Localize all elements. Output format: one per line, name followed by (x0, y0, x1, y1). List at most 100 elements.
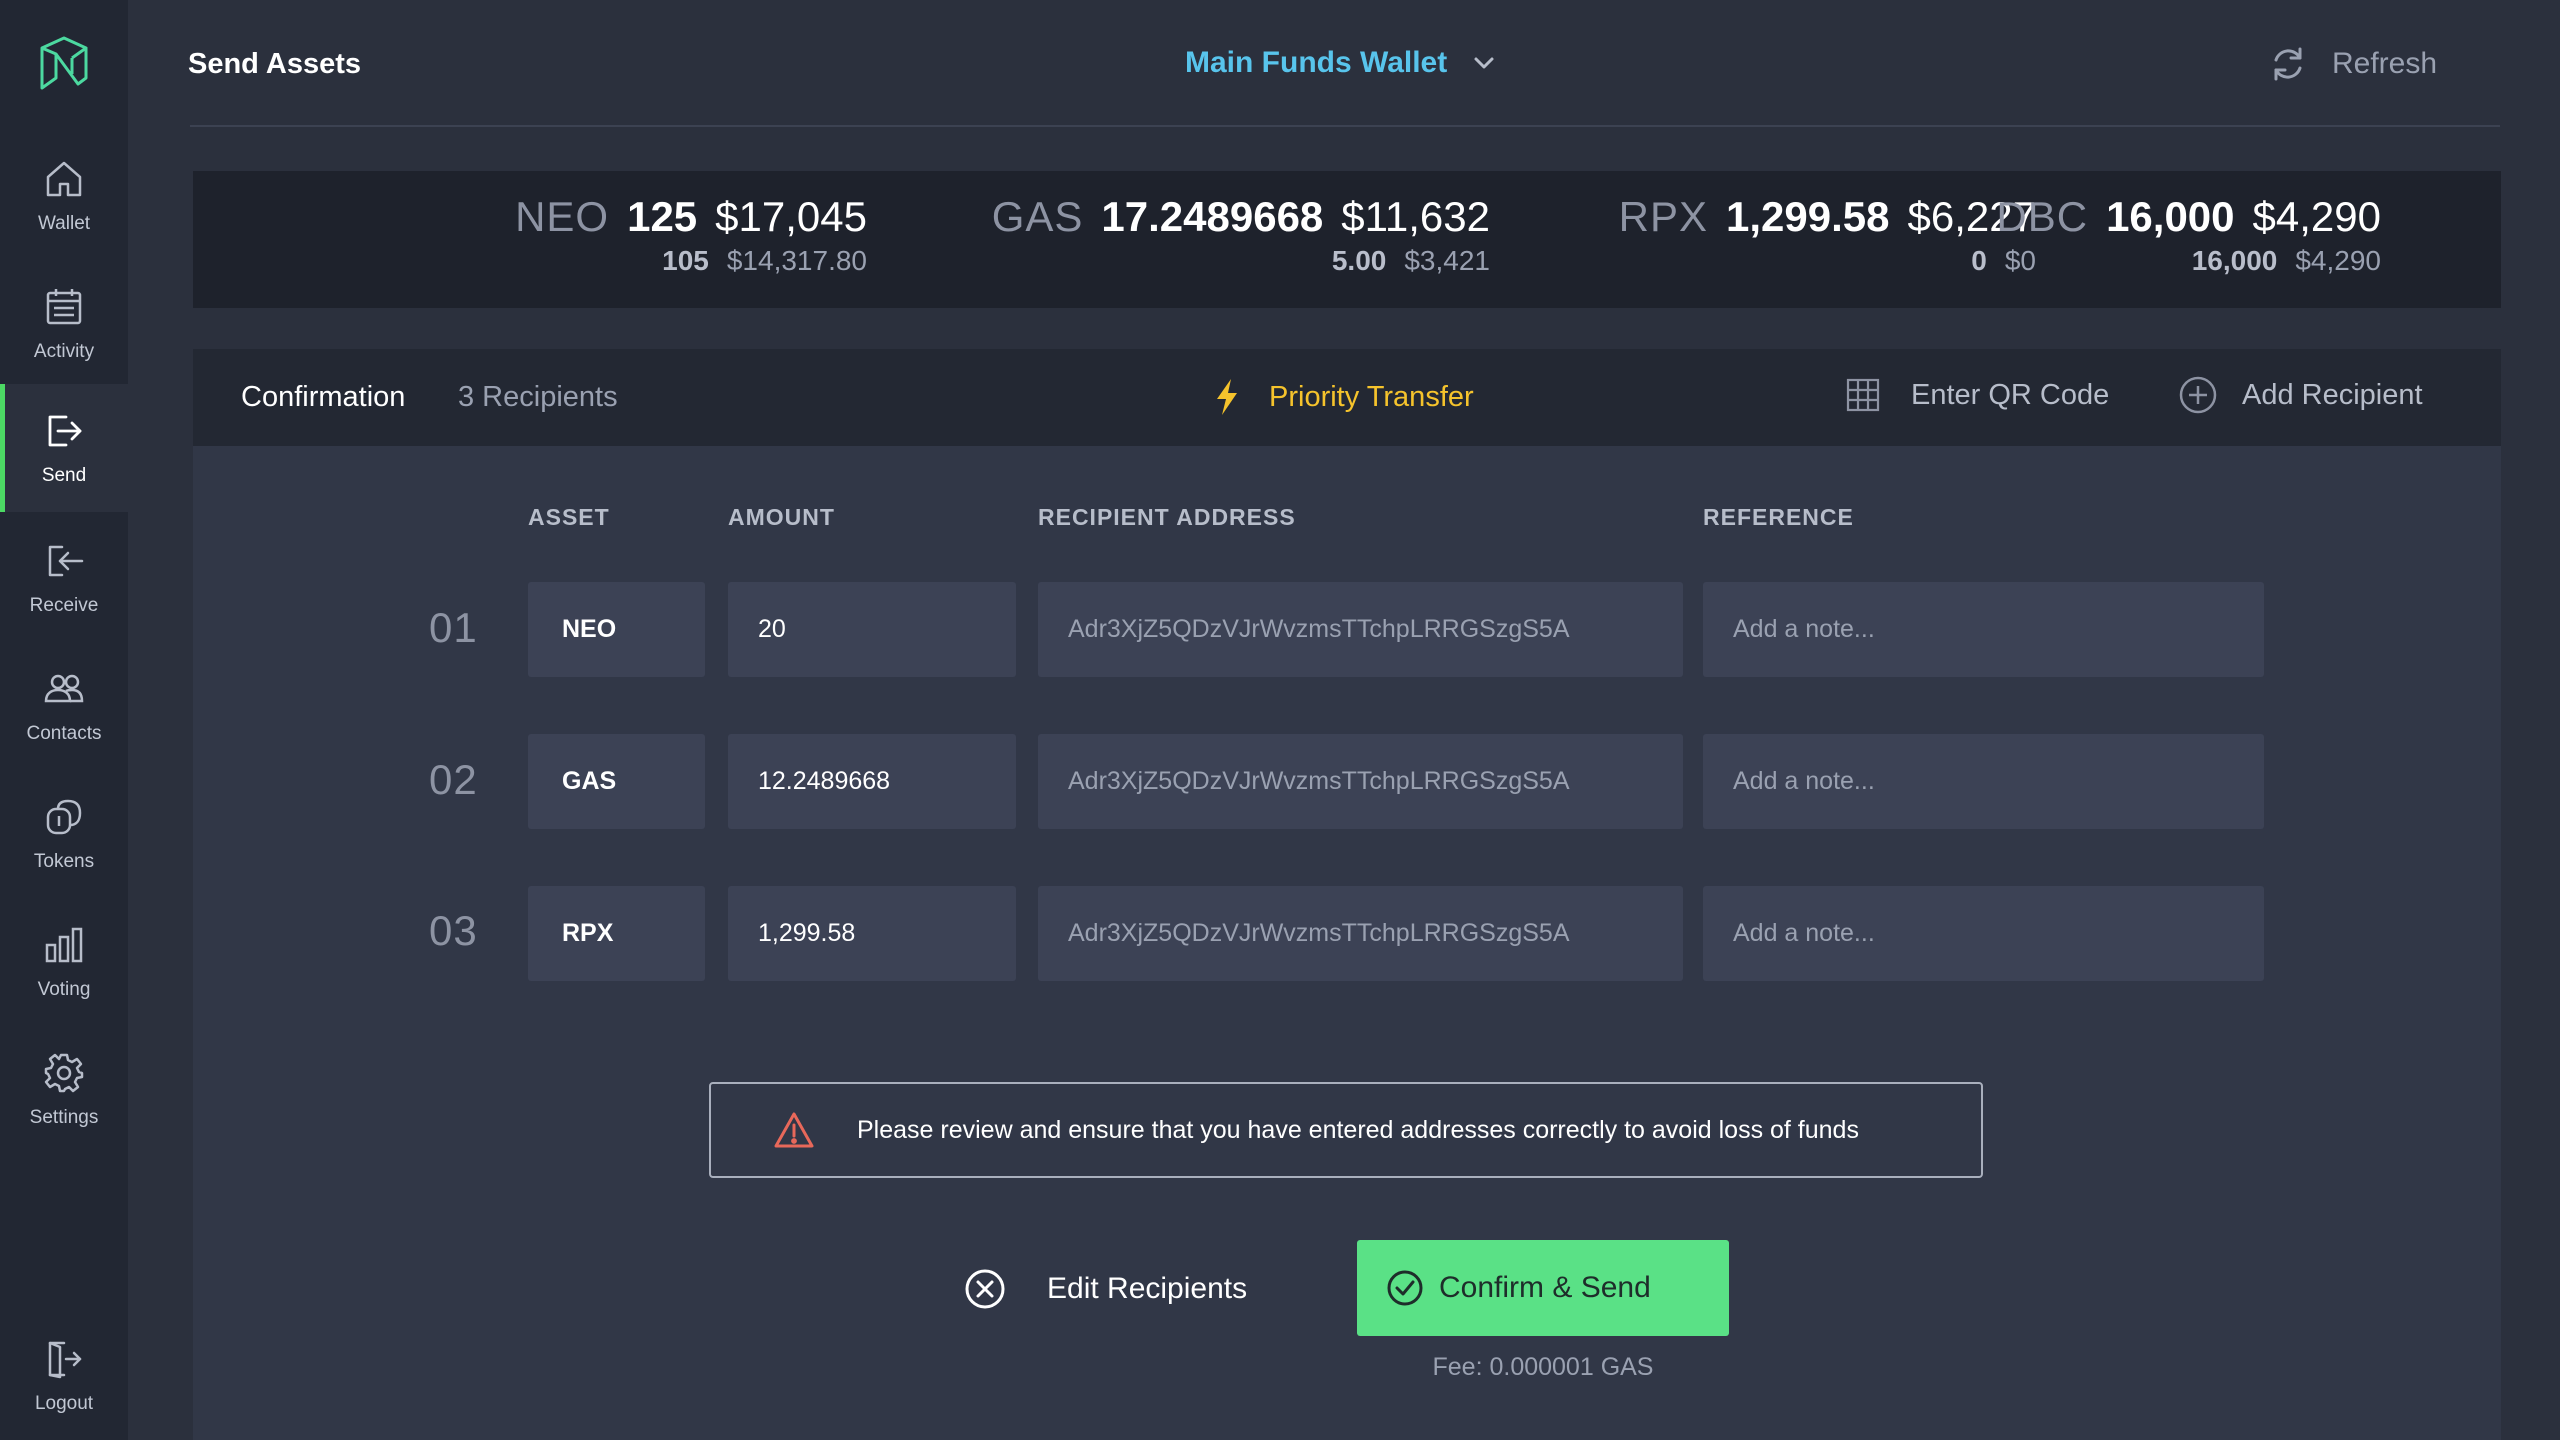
balance-usd: $17,045 (715, 193, 867, 240)
sidebar-item-send[interactable]: Send (0, 384, 128, 512)
priority-label: Priority Transfer (1269, 380, 1474, 413)
balance-amount: 1,299.58 (1726, 193, 1890, 240)
balance-symbol: NEO (515, 193, 610, 240)
balance-sub-amount: 16,000 (2191, 245, 2278, 276)
balances-bar: NEO 125 $17,045 105 $14,317.80 GAS 17.24… (193, 171, 2501, 308)
balance-symbol: RPX (1618, 193, 1709, 240)
tab-confirmation[interactable]: Confirmation (241, 381, 405, 414)
lightning-icon (1217, 379, 1237, 415)
contacts-icon (44, 674, 84, 703)
sidebar-item-wallet[interactable]: Wallet (0, 132, 128, 260)
close-circle-icon (965, 1269, 1005, 1309)
balance-gas: GAS 17.2489668 $11,632 5.00 $3,421 (992, 193, 1490, 277)
logout-icon (48, 1341, 82, 1379)
enter-qr-button[interactable]: Enter QR Code (1845, 377, 2109, 413)
refresh-label: Refresh (2332, 47, 2438, 80)
receive-icon (48, 545, 84, 577)
plus-circle-icon (2179, 376, 2217, 414)
column-header-asset: ASSET (528, 504, 610, 530)
sidebar-item-receive[interactable]: Receive (0, 514, 128, 642)
tokens-icon (46, 799, 82, 835)
qr-label: Enter QR Code (1911, 378, 2110, 411)
edit-recipients-button[interactable]: Edit Recipients (963, 1267, 1247, 1311)
column-header-amount: AMOUNT (728, 504, 835, 530)
recipient-count: 3 Recipients (458, 381, 618, 413)
send-icon (48, 415, 82, 447)
sidebar-item-label: Logout (34, 1393, 94, 1414)
priority-transfer-button[interactable]: Priority Transfer (1213, 377, 1474, 417)
balance-symbol: GAS (991, 193, 1084, 240)
neon-logo (40, 36, 88, 90)
asset-select[interactable]: GAS (528, 734, 705, 829)
sidebar: Wallet Activity Send Receive Contacts To… (0, 0, 128, 1440)
balance-rpx: RPX 1,299.58 $6,227 0 $0 (1619, 193, 2036, 277)
wallet-selector[interactable]: Main Funds Wallet (1185, 46, 1497, 80)
balance-sub-usd: $14,317.80 (726, 245, 867, 276)
row-number: 03 (429, 907, 478, 954)
sidebar-item-label: Settings (29, 1107, 99, 1128)
amount-input[interactable]: 20 (728, 582, 1016, 677)
sidebar-item-tokens[interactable]: Tokens (0, 770, 128, 898)
sidebar-item-voting[interactable]: Voting (0, 898, 128, 1026)
wallet-name: Main Funds Wallet (1185, 46, 1448, 79)
balance-neo: NEO 125 $17,045 105 $14,317.80 (515, 193, 867, 277)
note-input[interactable]: Add a note... (1703, 582, 2264, 677)
home-icon (46, 161, 82, 197)
address-input[interactable]: Adr3XjZ5QDzVJrWvzmsTTchpLRRGSzgS5A (1038, 582, 1683, 677)
sidebar-item-contacts[interactable]: Contacts (0, 642, 128, 770)
asset-select[interactable]: NEO (528, 582, 705, 677)
calendar-icon (46, 289, 82, 325)
sidebar-item-label: Activity (33, 341, 95, 362)
balance-usd: $11,632 (1341, 193, 1490, 240)
grid-icon (1846, 378, 1880, 412)
balance-sub-amount: 0 (1971, 245, 1987, 276)
sidebar-item-label: Voting (37, 979, 91, 1000)
check-circle-icon (1387, 1270, 1423, 1306)
sidebar-item-activity[interactable]: Activity (0, 260, 128, 388)
add-recipient-button[interactable]: Add Recipient (2178, 375, 2423, 415)
asset-select[interactable]: RPX (528, 886, 705, 981)
amount-input[interactable]: 12.2489668 (728, 734, 1016, 829)
confirm-send-label: Confirm & Send (1439, 1271, 1651, 1304)
column-header-reference: REFERENCE (1703, 504, 1854, 530)
balance-dbc: DBC 16,000 $4,290 16,000 $4,290 (1996, 193, 2381, 277)
balance-sub-usd: $4,290 (2295, 245, 2381, 276)
balance-sub-amount: 105 (662, 245, 709, 276)
address-input[interactable]: Adr3XjZ5QDzVJrWvzmsTTchpLRRGSzgS5A (1038, 734, 1683, 829)
amount-input[interactable]: 1,299.58 (728, 886, 1016, 981)
send-assets-screen: Wallet Activity Send Receive Contacts To… (0, 0, 2560, 1440)
bar-chart-icon (45, 927, 83, 963)
sidebar-item-logout[interactable]: Logout (0, 1312, 128, 1440)
page-title: Send Assets (188, 48, 361, 80)
sidebar-item-label: Wallet (37, 213, 91, 234)
balance-amount: 17.2489668 (1101, 193, 1324, 240)
sidebar-item-label: Contacts (26, 723, 102, 744)
balance-usd: $4,290 (2252, 193, 2381, 240)
refresh-button[interactable]: Refresh (2268, 44, 2437, 84)
chevron-down-icon (1474, 57, 1494, 69)
row-number: 01 (429, 604, 478, 651)
balance-amount: 125 (627, 193, 698, 240)
sidebar-item-settings[interactable]: Settings (0, 1026, 128, 1154)
column-header-address: RECIPIENT ADDRESS (1038, 504, 1296, 530)
note-input[interactable]: Add a note... (1703, 734, 2264, 829)
sidebar-item-label: Receive (29, 595, 99, 616)
warning-triangle-icon (774, 1112, 814, 1148)
balance-sub-usd: $3,421 (1404, 245, 1490, 276)
panel-toolbar: Confirmation 3 Recipients Priority Trans… (193, 349, 2501, 446)
send-panel: Confirmation 3 Recipients Priority Trans… (193, 349, 2501, 1440)
address-input[interactable]: Adr3XjZ5QDzVJrWvzmsTTchpLRRGSzgS5A (1038, 886, 1683, 981)
gear-icon (44, 1053, 84, 1093)
balance-amount: 16,000 (2106, 193, 2235, 240)
refresh-icon (2274, 47, 2302, 81)
warning-banner: Please review and ensure that you have e… (709, 1082, 1983, 1178)
sidebar-item-label: Send (41, 465, 87, 486)
note-input[interactable]: Add a note... (1703, 886, 2264, 981)
warning-text: Please review and ensure that you have e… (857, 1115, 1859, 1144)
header-divider (190, 125, 2500, 127)
edit-recipients-label: Edit Recipients (1047, 1272, 1248, 1305)
balance-sub-amount: 5.00 (1331, 245, 1387, 276)
sidebar-item-label: Tokens (33, 851, 95, 872)
add-recipient-label: Add Recipient (2242, 378, 2423, 411)
confirm-send-button[interactable]: Confirm & Send (1357, 1240, 1729, 1336)
